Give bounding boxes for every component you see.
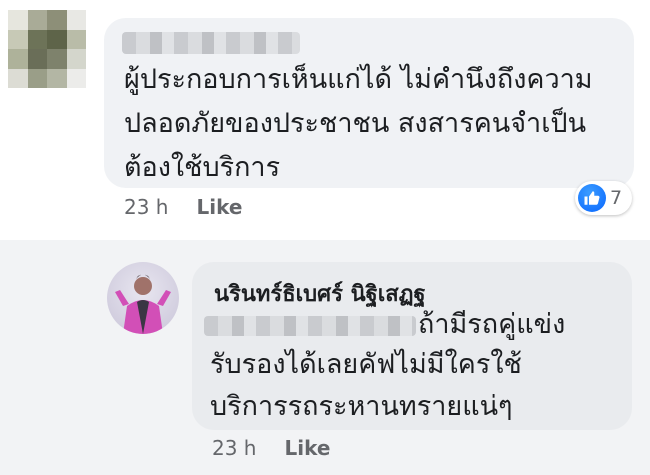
- reaction-count-badge[interactable]: 7: [575, 181, 633, 215]
- comment-like-link[interactable]: Like: [196, 195, 242, 219]
- reply-text: รับรองได้เลยคัฟไม่มีใครใช้ บริการรถระหาน…: [210, 349, 522, 422]
- comment-timestamp[interactable]: 23 h: [124, 195, 168, 219]
- reply-like-link[interactable]: Like: [284, 436, 330, 460]
- reaction-count: 7: [610, 187, 623, 209]
- comment-actions: 23 h Like: [124, 195, 242, 219]
- reply-author-avatar[interactable]: [107, 262, 179, 334]
- commenter-avatar-pixelated[interactable]: [8, 10, 86, 88]
- reply-text-line1: ถ้ามีรถคู่แข่ง: [418, 309, 566, 340]
- reply-author-name[interactable]: นรินทร์ธิเบศร์ นิฐิเสฏฐ: [214, 276, 426, 311]
- like-thumb-icon: [578, 184, 606, 212]
- redacted-mention[interactable]: [204, 316, 416, 336]
- reply-actions: 23 h Like: [212, 436, 330, 460]
- reply-timestamp[interactable]: 23 h: [212, 436, 256, 460]
- comment-text: ผู้ประกอบการเห็นแก่ได้ ไม่คำนึงถึงความ ป…: [124, 64, 593, 183]
- redacted-commenter-name[interactable]: [122, 32, 300, 54]
